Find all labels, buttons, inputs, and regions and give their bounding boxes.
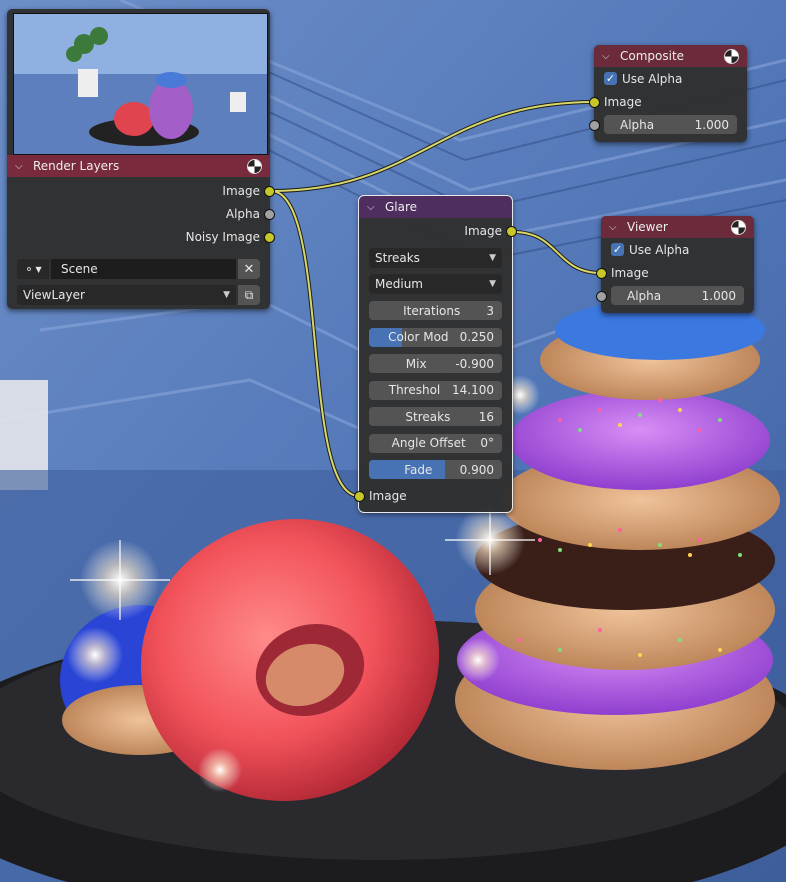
field-value: 0°	[480, 436, 494, 450]
collapse-chevron-icon[interactable]: ⌵	[602, 51, 616, 62]
composite-header[interactable]: ⌵ Composite	[594, 45, 747, 67]
output-image: Image	[7, 179, 275, 202]
angle-offset-field[interactable]: Angle Offset 0°	[369, 433, 502, 453]
close-icon: ✕	[243, 261, 255, 277]
viewer-node[interactable]: ⌵ Viewer ✓ Use Alpha Image Alpha 1.000	[596, 216, 754, 313]
field-value: -0.900	[455, 356, 494, 371]
viewer-header[interactable]: ⌵ Viewer	[601, 216, 754, 238]
scene-icon: ⚬	[24, 262, 34, 276]
chevron-down-icon: ▼	[35, 264, 42, 274]
render-layers-header[interactable]: ⌵ Render Layers	[7, 155, 270, 177]
chevron-down-icon: ▼	[489, 253, 496, 263]
output-socket-image[interactable]	[264, 185, 275, 197]
field-label: Alpha	[627, 288, 662, 303]
view-layer-dropdown[interactable]: ViewLayer ▼	[17, 285, 236, 305]
quality-value: Medium	[375, 277, 423, 291]
glare-node[interactable]: ⌵ Glare Image Streaks ▼ Medium ▼ Iterati…	[354, 195, 517, 513]
use-alpha-checkbox[interactable]: ✓	[604, 72, 617, 85]
input-image: Image	[354, 484, 512, 507]
input-socket-alpha[interactable]	[596, 290, 607, 302]
node-title: Glare	[385, 200, 418, 214]
collapse-chevron-icon[interactable]: ⌵	[367, 202, 381, 213]
socket-label: Alpha	[225, 206, 260, 221]
input-image: Image	[589, 90, 747, 113]
field-value: 0.900	[459, 462, 494, 477]
field-value: 3	[486, 303, 494, 318]
view-layer-name: ViewLayer	[23, 288, 85, 302]
checkbox-label: Use Alpha	[629, 242, 690, 257]
input-socket-image[interactable]	[589, 96, 600, 108]
field-value: 0.250	[459, 330, 494, 344]
glare-header[interactable]: ⌵ Glare	[359, 196, 512, 218]
use-alpha-checkbox[interactable]: ✓	[611, 243, 624, 256]
alpha-value-field[interactable]: Alpha 1.000	[604, 115, 737, 134]
output-noisy-image: Noisy Image	[7, 225, 275, 248]
scene-name: Scene	[61, 262, 98, 276]
glare-type-dropdown[interactable]: Streaks ▼	[369, 248, 502, 268]
input-image: Image	[596, 261, 754, 284]
output-socket-alpha[interactable]	[264, 208, 275, 220]
render-layers-node[interactable]: ⌵ Render Layers Image Alpha Noisy Image …	[7, 9, 275, 309]
view-layer-render-button[interactable]: ⧉	[238, 285, 260, 305]
input-alpha: Alpha 1.000	[589, 113, 747, 136]
input-socket-image[interactable]	[354, 490, 365, 502]
checkbox-label: Use Alpha	[622, 71, 683, 86]
node-title: Render Layers	[33, 159, 120, 173]
alpha-value-field[interactable]: Alpha 1.000	[611, 286, 744, 305]
field-value: 1.000	[694, 117, 729, 132]
node-title: Viewer	[627, 220, 668, 234]
field-label: Color Mod	[388, 330, 449, 344]
socket-label: Image	[611, 265, 649, 280]
socket-label: Image	[222, 183, 260, 198]
collapse-chevron-icon[interactable]: ⌵	[15, 161, 29, 172]
socket-label: Image	[369, 488, 407, 503]
socket-label: Image	[604, 94, 642, 109]
field-value: 16	[478, 409, 494, 424]
socket-label: Image	[464, 223, 502, 238]
quality-dropdown[interactable]: Medium ▼	[369, 274, 502, 294]
iterations-field[interactable]: Iterations 3	[369, 301, 502, 320]
glare-type-value: Streaks	[375, 251, 420, 265]
field-label: Streaks	[405, 409, 451, 424]
node-preview-toggle-icon[interactable]	[724, 48, 739, 64]
threshold-field[interactable]: Threshol 14.100	[369, 380, 502, 400]
render-preview-thumbnail	[13, 13, 268, 155]
field-label: Mix	[405, 356, 427, 371]
input-socket-image[interactable]	[596, 267, 607, 279]
copy-icon: ⧉	[244, 287, 254, 302]
color-mod-field[interactable]: Color Mod 0.250	[369, 327, 502, 347]
output-socket-image[interactable]	[506, 225, 517, 237]
use-alpha-checkbox-row[interactable]: ✓ Use Alpha	[594, 67, 747, 90]
fade-field[interactable]: Fade 0.900	[369, 460, 502, 479]
node-title: Composite	[620, 49, 685, 63]
scene-field[interactable]: Scene	[51, 259, 236, 279]
node-preview-toggle-icon[interactable]	[247, 158, 262, 174]
use-alpha-checkbox-row[interactable]: ✓ Use Alpha	[601, 238, 754, 261]
field-label: Iterations	[403, 303, 461, 318]
field-value: 14.100	[452, 383, 494, 397]
mix-field[interactable]: Mix -0.900	[369, 354, 502, 373]
input-alpha: Alpha 1.000	[596, 284, 754, 307]
field-label: Threshol	[388, 383, 441, 397]
output-socket-noisy-image[interactable]	[264, 231, 275, 243]
streaks-field[interactable]: Streaks 16	[369, 407, 502, 426]
field-label: Alpha	[620, 117, 655, 132]
clear-scene-button[interactable]: ✕	[238, 259, 260, 279]
scene-type-dropdown[interactable]: ⚬ ▼	[17, 259, 49, 279]
output-alpha: Alpha	[7, 202, 275, 225]
field-label: Fade	[404, 462, 433, 477]
chevron-down-icon: ▼	[489, 279, 496, 289]
output-image: Image	[359, 219, 517, 242]
field-value: 1.000	[701, 288, 736, 303]
chevron-down-icon: ▼	[223, 290, 230, 300]
node-preview-toggle-icon[interactable]	[731, 219, 746, 235]
field-label: Angle Offset	[391, 436, 466, 450]
collapse-chevron-icon[interactable]: ⌵	[609, 222, 623, 233]
input-socket-alpha[interactable]	[589, 119, 600, 131]
socket-label: Noisy Image	[185, 229, 260, 244]
composite-node[interactable]: ⌵ Composite ✓ Use Alpha Image Alpha 1.00…	[589, 45, 747, 142]
